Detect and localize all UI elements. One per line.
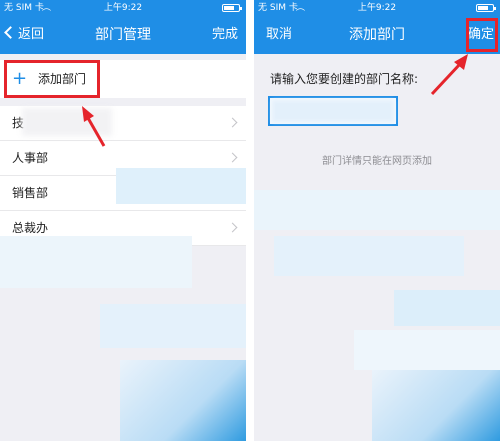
screen-divider <box>246 0 254 441</box>
add-department-screen: 无 SIM 卡 ︵ 上午9:22 取消 添加部门 确定 请输入您要创建的部门名称… <box>254 0 500 441</box>
annotation-arrow-icon <box>430 54 468 96</box>
department-management-screen: 无 SIM 卡 ︵ 上午9:22 返回 部门管理 完成 + 添加部门 技 人事部… <box>0 0 246 441</box>
annotation-arrow-icon <box>82 106 106 147</box>
